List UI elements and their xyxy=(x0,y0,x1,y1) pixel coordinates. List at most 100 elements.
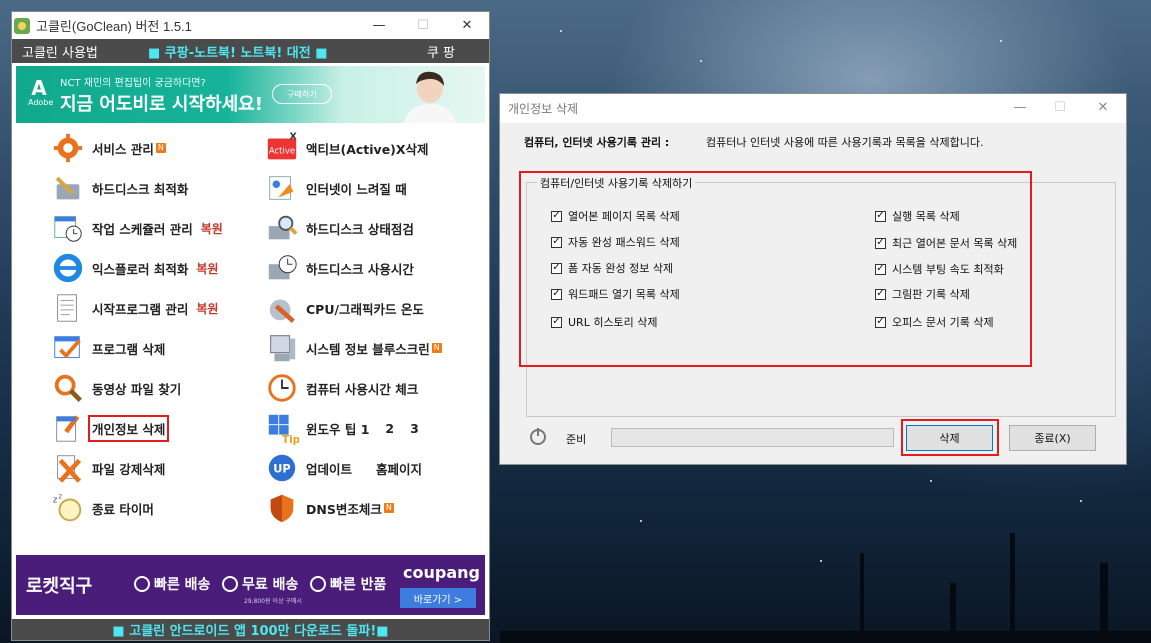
go-button[interactable]: 바로가기 > xyxy=(400,588,476,608)
feature-item[interactable]: z z 종료 타이머 xyxy=(50,490,154,526)
dialog-close-button[interactable]: ✕ xyxy=(1080,94,1126,121)
feature-label[interactable]: 서비스 관리 xyxy=(92,139,154,158)
feature-item[interactable]: 파일 강제삭제 xyxy=(50,450,165,486)
dialog-minimize-button[interactable]: — xyxy=(1000,94,1040,121)
close-button[interactable]: ✕ xyxy=(445,12,489,39)
option-checkbox[interactable]: ✓ 시스템 부팅 속도 최적화 xyxy=(875,261,1004,277)
tip-link[interactable]: 3 xyxy=(410,421,419,436)
temperature-icon xyxy=(264,290,300,326)
checkbox-box[interactable]: ✓ xyxy=(551,210,562,222)
feature-item[interactable]: 서비스 관리 N xyxy=(50,130,166,166)
ad-banner-bottom[interactable]: 로켓직구 빠른 배송 무료 배송 빠른 반품 29,800원 이상 구매시 co… xyxy=(16,555,485,615)
feature-item[interactable]: DNS변조체크 N xyxy=(264,490,394,526)
minimize-button[interactable]: — xyxy=(357,12,401,39)
feature-item[interactable]: 프로그램 삭제 xyxy=(50,330,165,366)
option-checkbox[interactable]: ✓ 그림판 기록 삭제 xyxy=(875,286,970,302)
dialog-maximize-button[interactable]: ☐ xyxy=(1040,94,1080,121)
feature-label[interactable]: 하드디스크 사용시간 xyxy=(306,259,414,278)
privacy-document-icon xyxy=(50,410,86,446)
feature-grid: 서비스 관리 N Active X 액티브(Active)X삭제 하드디스크 최적화 인터넷… xyxy=(16,130,485,550)
feature-item[interactable]: Tip 윈도우 팁 1 2 3 xyxy=(264,410,419,446)
new-badge: N xyxy=(155,143,166,153)
feature-item[interactable]: 하드디스크 상태점검 xyxy=(264,210,414,246)
option-checkbox[interactable]: ✓ 워드패드 열기 목록 삭제 xyxy=(551,286,680,302)
option-checkbox[interactable]: ✓ 오피스 문서 기록 삭제 xyxy=(875,314,994,330)
feature-item[interactable]: 동영상 파일 찾기 xyxy=(50,370,181,406)
feature-item[interactable]: CPU/그래픽카드 온도 xyxy=(264,290,424,326)
feature-label[interactable]: 컴퓨터 사용시간 체크 xyxy=(306,379,418,398)
feature-label[interactable]: 익스플로러 최적화 xyxy=(92,259,188,278)
option-checkbox[interactable]: ✓ 실행 목록 삭제 xyxy=(875,208,960,224)
new-badge: N xyxy=(383,503,394,513)
feature-item[interactable]: 개인정보 삭제 xyxy=(50,410,170,446)
feature-label[interactable]: 인터넷이 느려질 때 xyxy=(306,179,407,198)
option-checkbox[interactable]: ✓ 열어본 페이지 목록 삭제 xyxy=(551,208,680,224)
progress-bar xyxy=(611,428,894,447)
homepage-link[interactable]: 홈페이지 xyxy=(376,459,422,478)
feature-label[interactable]: 시작프로그램 관리 xyxy=(92,299,188,318)
checkbox-label: 워드패드 열기 목록 삭제 xyxy=(568,288,680,301)
star xyxy=(930,480,932,482)
restore-link[interactable]: 복원 xyxy=(196,260,218,277)
new-badge: N xyxy=(431,343,442,353)
option-checkbox[interactable]: ✓ URL 히스토리 삭제 xyxy=(551,314,658,330)
gear-icon xyxy=(50,130,86,166)
checkbox-box[interactable]: ✓ xyxy=(875,210,886,222)
tree-silhouette xyxy=(1010,533,1015,643)
option-checkbox[interactable]: ✓ 폼 자동 완성 정보 삭제 xyxy=(551,260,673,276)
feature-item[interactable]: 하드디스크 사용시간 xyxy=(264,250,414,286)
feature-label[interactable]: 종료 타이머 xyxy=(92,499,154,518)
checkbox-box[interactable]: ✓ xyxy=(551,236,562,248)
feature-item[interactable]: 시작프로그램 관리 복원 xyxy=(50,290,218,326)
feature-label[interactable]: CPU/그래픽카드 온도 xyxy=(306,299,424,318)
checkbox-label: 시스템 부팅 속도 최적화 xyxy=(892,263,1004,276)
menu-promo-link[interactable]: ■ 쿠팡-노트북! 노트북! 대전 ■ xyxy=(148,42,328,61)
feature-label[interactable]: 프로그램 삭제 xyxy=(92,339,165,358)
feature-label[interactable]: DNS변조체크 xyxy=(306,499,382,518)
checkbox-box[interactable]: ✓ xyxy=(875,316,886,328)
feature-label[interactable]: 하드디스크 상태점검 xyxy=(306,219,414,238)
option-checkbox[interactable]: ✓ 최근 열어본 문서 목록 삭제 xyxy=(875,235,1017,251)
checkbox-box[interactable]: ✓ xyxy=(875,263,886,275)
option-checkbox[interactable]: ✓ 자동 완성 패스워드 삭제 xyxy=(551,234,680,250)
restore-link[interactable]: 복원 xyxy=(201,220,223,237)
status-bar-promo[interactable]: ■ 고클린 안드로이드 앱 100만 다운로드 돌파!■ xyxy=(12,619,489,640)
checkbox-box[interactable]: ✓ xyxy=(875,288,886,300)
dialog-title-bar[interactable]: 개인정보 삭제 — ☐ ✕ xyxy=(500,94,1126,123)
checkbox-label: 열어본 페이지 목록 삭제 xyxy=(568,210,680,223)
checkbox-box[interactable]: ✓ xyxy=(551,288,562,300)
feature-item[interactable]: 컴퓨터 사용시간 체크 xyxy=(264,370,418,406)
feature-item[interactable]: 인터넷이 느려질 때 xyxy=(264,170,407,206)
free-delivery-label: 무료 배송 xyxy=(222,574,298,594)
feature-label[interactable]: 시스템 정보 블루스크린 xyxy=(306,339,430,358)
ad-buy-button[interactable]: 구매하기 xyxy=(272,84,332,104)
feature-item[interactable]: 익스플로러 최적화 복원 xyxy=(50,250,218,286)
checkbox-label: 자동 완성 패스워드 삭제 xyxy=(568,236,680,249)
feature-label[interactable]: 개인정보 삭제 xyxy=(87,414,170,442)
feature-item[interactable]: Active X 액티브(Active)X삭제 xyxy=(264,130,429,166)
feature-label[interactable]: 하드디스크 최적화 xyxy=(92,179,188,198)
feature-item[interactable]: 하드디스크 최적화 xyxy=(50,170,188,206)
tip-link[interactable]: 2 xyxy=(385,421,394,436)
feature-item[interactable]: 시스템 정보 블루스크린 N xyxy=(264,330,442,366)
checkbox-box[interactable]: ✓ xyxy=(551,262,562,274)
feature-item[interactable]: 작업 스케쥴러 관리 복원 xyxy=(50,210,223,246)
maximize-button[interactable]: ☐ xyxy=(401,12,445,39)
feature-label[interactable]: 액티브(Active)X삭제 xyxy=(306,139,429,158)
feature-label[interactable]: 작업 스케쥴러 관리 xyxy=(92,219,193,238)
feature-label[interactable]: 파일 강제삭제 xyxy=(92,459,165,478)
ad-banner-top[interactable]: A Adobe NCT 재민의 편집팁이 궁금하다면? 지금 어도비로 시작하세… xyxy=(16,66,485,123)
menu-coupang[interactable]: 쿠 팡 xyxy=(427,42,455,61)
restore-link[interactable]: 복원 xyxy=(196,300,218,317)
feature-label[interactable]: 업데이트 xyxy=(306,459,352,478)
checkbox-box[interactable]: ✓ xyxy=(875,237,886,249)
exit-button[interactable]: 종료(X) xyxy=(1009,425,1096,451)
title-bar[interactable]: 고클린(GoClean) 버전 1.5.1 — ☐ ✕ xyxy=(12,12,489,39)
ad-person-image xyxy=(404,71,456,123)
menu-howto[interactable]: 고클린 사용법 xyxy=(22,42,98,61)
feature-label[interactable]: 윈도우 팁 1 xyxy=(306,419,369,438)
checkbox-box[interactable]: ✓ xyxy=(551,316,562,328)
feature-label[interactable]: 동영상 파일 찾기 xyxy=(92,379,181,398)
update-icon: UP xyxy=(264,450,300,486)
feature-item[interactable]: UP 업데이트 홈페이지 xyxy=(264,450,422,486)
